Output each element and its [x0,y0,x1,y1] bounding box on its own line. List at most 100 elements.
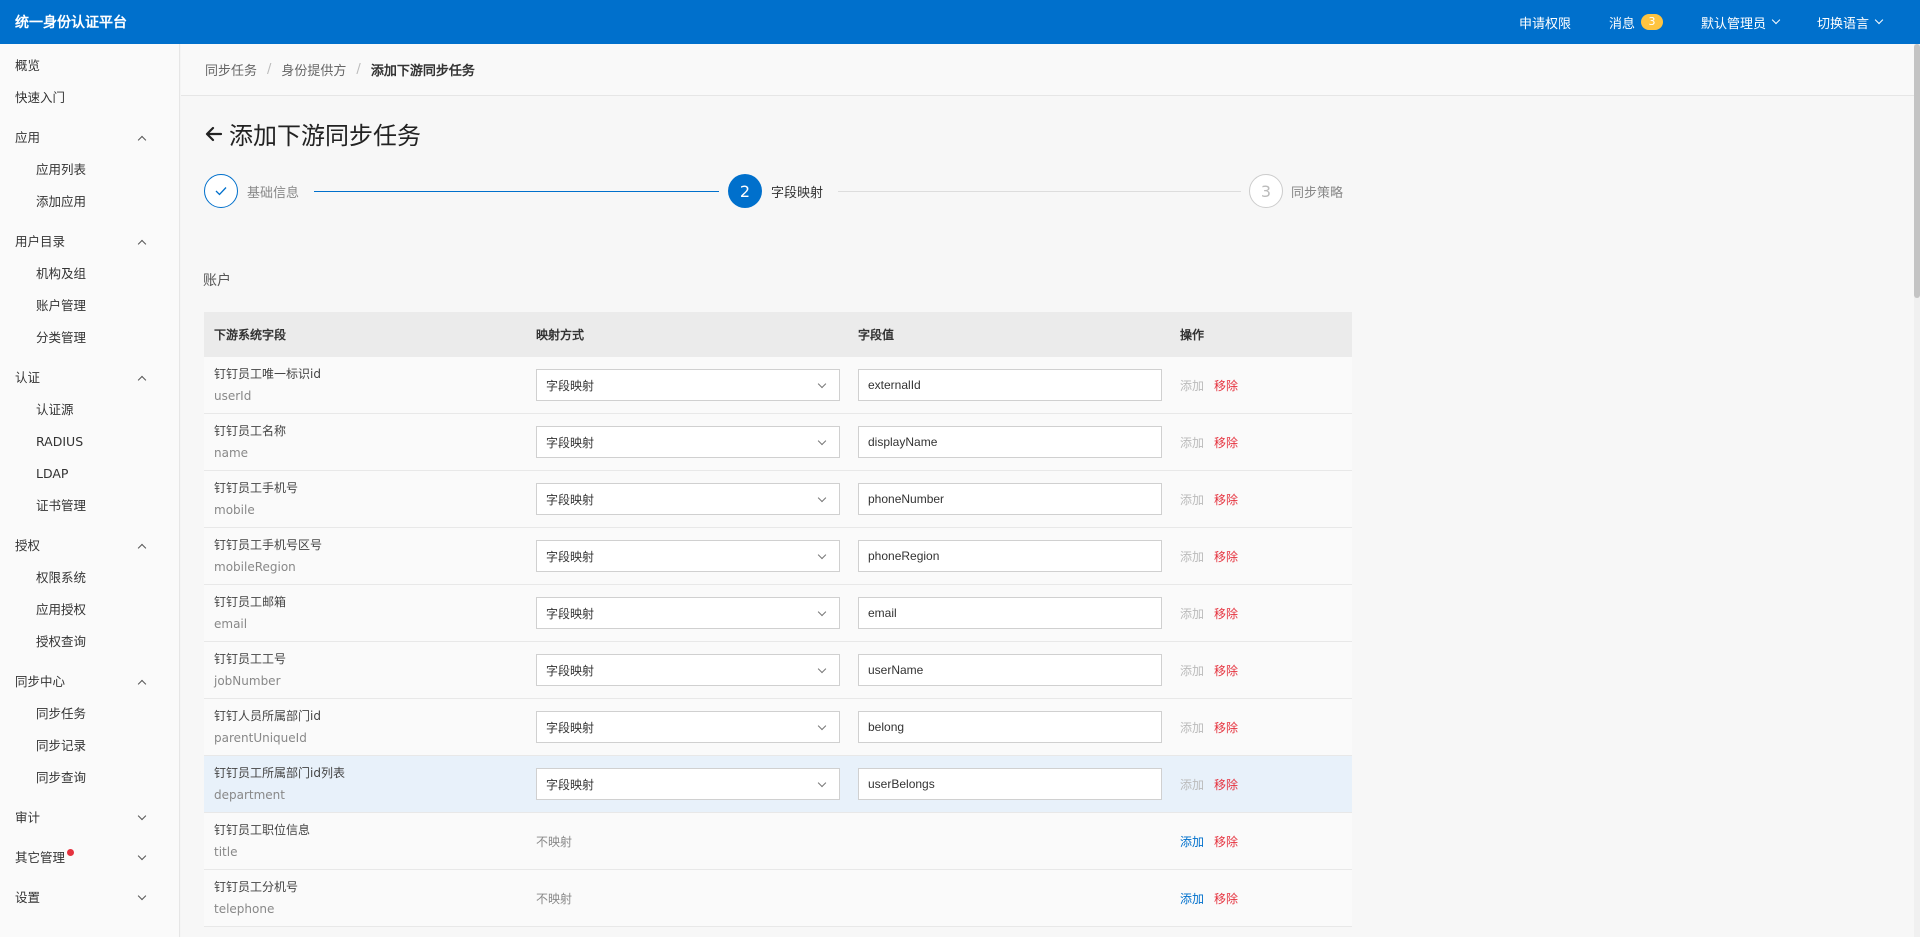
mapping-type-select[interactable]: 字段映射 [536,597,840,629]
back-arrow-icon[interactable] [203,123,225,145]
breadcrumb-item-current: 添加下游同步任务 [370,64,475,79]
sidebar-group-label: 应用 [15,130,41,145]
add-button-disabled: 添加 [1180,720,1205,735]
field-value-input[interactable]: displayName [858,426,1162,458]
sidebar-item-sync-query[interactable]: 同步查询 [0,762,179,794]
field-value-input[interactable]: userBelongs [858,768,1162,800]
sidebar-item-sync-task[interactable]: 同步任务 [0,698,179,730]
remove-button[interactable]: 移除 [1214,379,1238,393]
mapping-type-select[interactable]: 字段映射 [536,711,840,743]
remove-button[interactable]: 移除 [1214,550,1238,564]
sidebar-group-app[interactable]: 应用 [0,122,179,154]
sidebar-item-overview[interactable]: 概览 [0,50,179,82]
sidebar-group-authz[interactable]: 授权 [0,530,179,562]
value-cell: email [848,597,1170,629]
sidebar-group-label: 设置 [15,890,41,905]
chevron-up-icon [137,543,147,553]
field-name-en: title [214,845,238,859]
language-switcher[interactable]: 切换语言 [1816,13,1884,32]
mapping-cell: 字段映射 [526,711,848,743]
field-value-input[interactable]: phoneNumber [858,483,1162,515]
value-cell: phoneRegion [848,540,1170,572]
user-menu[interactable]: 默认管理员 [1701,13,1781,32]
language-label: 切换语言 [1816,16,1869,32]
sidebar-group-sync[interactable]: 同步中心 [0,666,179,698]
steps-wizard: 基础信息 2 字段映射 3 同步策略 [204,174,1348,210]
field-value-input[interactable]: phoneRegion [858,540,1162,572]
field-value-text: displayName [868,435,938,449]
breadcrumb-item-idp[interactable]: 身份提供方 [281,60,346,79]
sidebar-item-cert-mgmt[interactable]: 证书管理 [0,490,179,522]
sidebar-group-label: 认证 [15,370,41,385]
sidebar-group-auth[interactable]: 认证 [0,362,179,394]
field-value-input[interactable]: externalId [858,369,1162,401]
sidebar-group-directory[interactable]: 用户目录 [0,226,179,258]
sidebar-item-label: 同步查询 [36,770,87,785]
page-scrollbar-thumb[interactable] [1914,44,1920,298]
add-button[interactable]: 添加 [1180,835,1204,849]
add-button[interactable]: 添加 [1180,892,1204,906]
mapping-type-value: 字段映射 [546,549,595,564]
remove-button[interactable]: 移除 [1214,436,1238,450]
header-mapping: 映射方式 [536,328,585,342]
messages-link[interactable]: 消息 3 [1609,13,1663,32]
sidebar-item-add-app[interactable]: 添加应用 [0,186,179,218]
remove-button[interactable]: 移除 [1214,721,1238,735]
field-name-en: userId [214,389,252,403]
sidebar-item-label: 应用列表 [36,162,87,177]
mapping-type-select[interactable]: 字段映射 [536,369,840,401]
sidebar-item-perm-system[interactable]: 权限系统 [0,562,179,594]
chevron-up-icon [137,239,147,249]
remove-button[interactable]: 移除 [1214,835,1238,849]
mapping-type-select[interactable]: 字段映射 [536,483,840,515]
remove-button[interactable]: 移除 [1214,778,1238,792]
chevron-down-icon [817,493,827,503]
top-navbar: 统一身份认证平台 申请权限 消息 3 默认管理员 切换语言 [0,0,1920,44]
sidebar-item-sync-record[interactable]: 同步记录 [0,730,179,762]
table-row: 钉钉员工所属部门id列表 department 字段映射 userBelongs 添加移… [204,756,1352,813]
sidebar-group-audit[interactable]: 审计 [0,802,179,834]
sidebar-item-app-authz[interactable]: 应用授权 [0,594,179,626]
sidebar-item-auth-source[interactable]: 认证源 [0,394,179,426]
sidebar-item-authz-query[interactable]: 授权查询 [0,626,179,658]
chevron-up-icon [137,679,147,689]
breadcrumb-item-sync-task[interactable]: 同步任务 [205,60,257,79]
sidebar-item-label: 同步任务 [36,706,87,721]
remove-button[interactable]: 移除 [1214,892,1238,906]
sidebar-item-label: 应用授权 [36,602,87,617]
mapping-type-select[interactable]: 字段映射 [536,768,840,800]
field-value-input[interactable]: email [858,597,1162,629]
field-value-input[interactable]: userName [858,654,1162,686]
mapping-type-value: 字段映射 [546,492,595,507]
sidebar-item-org-group[interactable]: 机构及组 [0,258,179,290]
sidebar-group-label: 授权 [15,538,41,553]
field-name-en: mobile [214,503,255,517]
field-value-input[interactable]: belong [858,711,1162,743]
mapping-type-select[interactable]: 字段映射 [536,540,840,572]
sidebar-item-label: 机构及组 [36,266,87,281]
value-cell: externalId [848,369,1170,401]
mapping-type-select[interactable]: 字段映射 [536,654,840,686]
sidebar-item-ldap[interactable]: LDAP [0,458,179,490]
sidebar-item-quick-start[interactable]: 快速入门 [0,82,179,114]
sidebar-group-other-mgmt[interactable]: 其它管理 [0,842,179,874]
mapping-type-select[interactable]: 字段映射 [536,426,840,458]
page-title-text: 添加下游同步任务 [229,122,421,150]
field-value-text: userName [868,663,924,677]
field-cell: 钉钉员工手机号 mobile [204,479,526,519]
sidebar-item-category-mgmt[interactable]: 分类管理 [0,322,179,354]
page-title: 添加下游同步任务 [203,116,421,151]
add-button-disabled: 添加 [1180,777,1205,792]
remove-button[interactable]: 移除 [1214,493,1238,507]
mapping-type-value: 字段映射 [546,606,595,621]
remove-button[interactable]: 移除 [1214,607,1238,621]
mapping-cell: 字段映射 [526,369,848,401]
sidebar-group-settings[interactable]: 设置 [0,882,179,914]
mapping-type-none: 不映射 [536,891,573,906]
sidebar-item-radius[interactable]: RADIUS [0,426,179,458]
header-actions: 操作 [1180,328,1205,342]
sidebar-item-app-list[interactable]: 应用列表 [0,154,179,186]
remove-button[interactable]: 移除 [1214,664,1238,678]
sidebar-item-account-mgmt[interactable]: 账户管理 [0,290,179,322]
request-permission-link[interactable]: 申请权限 [1519,13,1571,32]
